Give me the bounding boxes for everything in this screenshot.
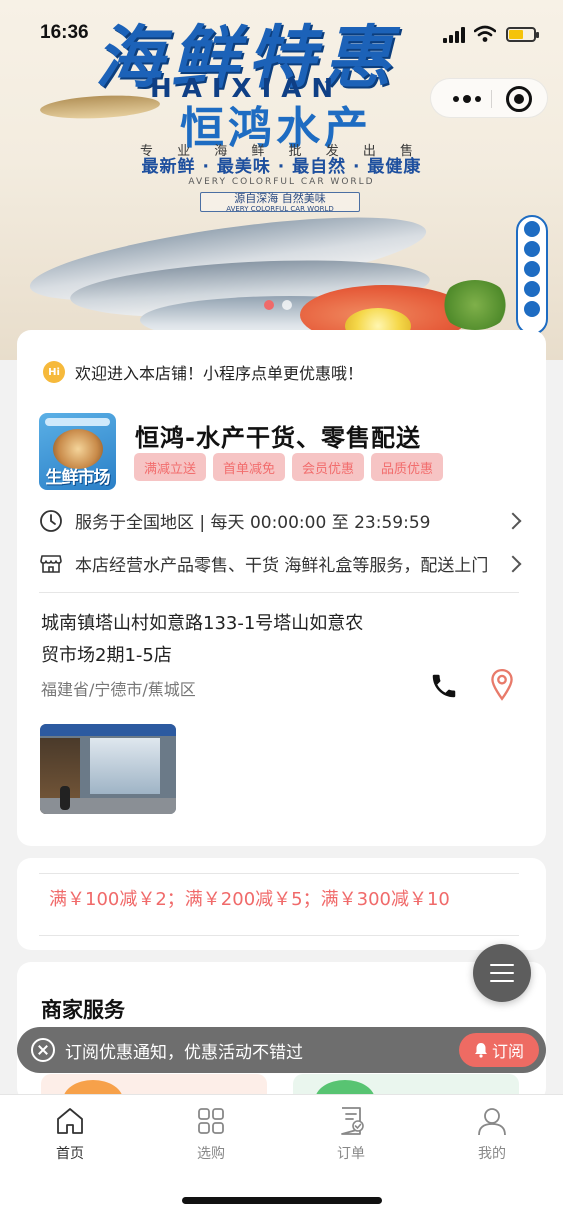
floating-menu-button[interactable] [473, 944, 531, 1002]
grid-icon [198, 1108, 224, 1134]
close-icon[interactable] [31, 1038, 55, 1062]
subscribe-button[interactable]: 订阅 [459, 1033, 539, 1067]
tab-orders[interactable]: 订单 [301, 1105, 401, 1163]
tab-profile[interactable]: 我的 [442, 1105, 542, 1163]
clock-icon [40, 509, 62, 532]
promotion-card: 满￥100减￥2；满￥200减￥5；满￥300减￥10 [17, 858, 546, 950]
tab-home[interactable]: 首页 [20, 1105, 120, 1163]
tab-shop[interactable]: 选购 [161, 1105, 261, 1163]
tab-label: 选购 [197, 1146, 225, 1162]
subscribe-notice-bar: 订阅优惠通知，优惠活动不错过 订阅 [17, 1027, 546, 1073]
status-time: 16:36 [40, 22, 89, 43]
divider [39, 592, 519, 593]
cellular-signal-icon [443, 27, 467, 43]
banner-tagline-en: AVERY COLORFUL CAR WORLD [188, 177, 375, 187]
carousel-dot[interactable] [282, 300, 292, 310]
wifi-icon [474, 25, 496, 42]
service-hours-text: 服务于全国地区 | 每天 00:00:00 至 23:59:59 [75, 513, 431, 533]
carousel-dot-active[interactable] [264, 300, 274, 310]
welcome-text: 欢迎进入本店铺！小程序点单更优惠哦！ [75, 364, 364, 383]
phone-icon[interactable] [429, 671, 459, 701]
tab-label: 订单 [337, 1146, 365, 1162]
divider [39, 873, 519, 874]
storefront-icon [40, 554, 62, 573]
order-icon [341, 1107, 364, 1135]
store-tag: 品质优惠 [371, 453, 444, 481]
location-pin-icon[interactable] [489, 668, 515, 702]
tab-label: 首页 [56, 1146, 84, 1162]
miniprogram-capsule [430, 78, 548, 118]
tab-label: 我的 [478, 1146, 506, 1162]
bell-icon [474, 1043, 487, 1058]
store-tag: 首单减免 [213, 453, 286, 481]
banner-vertical-label [516, 215, 548, 335]
home-icon [57, 1108, 83, 1134]
subscribe-message: 订阅优惠通知，优惠活动不错过 [65, 1043, 303, 1063]
merchant-services-title: 商家服务 [41, 998, 125, 1022]
store-name: 恒鸿-水产干货、零售配送 [135, 424, 421, 452]
store-logo: 生鲜市场 [39, 413, 116, 490]
home-indicator [182, 1197, 382, 1204]
promotion-text[interactable]: 满￥100减￥2；满￥200减￥5；满￥300减￥10 [49, 885, 509, 911]
business-scope-text: 本店经营水产品零售、干货 海鲜礼盒等服务，配送上门 [75, 556, 489, 576]
store-address: 城南镇塔山村如意路133-1号塔山如意农 贸市场2期1-5店 [41, 608, 441, 672]
close-miniprogram-icon[interactable] [506, 86, 532, 112]
user-icon [478, 1108, 506, 1136]
welcome-notice: Hi 欢迎进入本店铺！小程序点单更优惠哦！ [43, 360, 363, 384]
chevron-right-icon [504, 512, 522, 529]
business-scope-row[interactable]: 本店经营水产品零售、干货 海鲜礼盒等服务，配送上门 [39, 551, 522, 576]
service-hours-row[interactable]: 服务于全国地区 | 每天 00:00:00 至 23:59:59 [39, 508, 522, 533]
banner-ribbon: 源自深海 自然美味 AVERY COLORFUL CAR WORLD [200, 192, 360, 213]
store-info-card: Hi 欢迎进入本店铺！小程序点单更优惠哦！ 生鲜市场 恒鸿-水产干货、零售配送 … [17, 330, 546, 846]
divider [39, 935, 519, 936]
banner-ribbon-en: AVERY COLORFUL CAR WORLD [226, 205, 334, 213]
address-line-2: 贸市场2期1-5店 [41, 645, 172, 666]
chevron-right-icon [504, 555, 522, 572]
address-line-1: 城南镇塔山村如意路133-1号塔山如意农 [41, 613, 364, 634]
battery-icon [506, 27, 539, 42]
store-tag: 会员优惠 [292, 453, 365, 481]
store-logo-text: 生鲜市场 [45, 468, 111, 488]
carousel-indicator [264, 300, 292, 310]
store-photo[interactable] [40, 724, 176, 814]
more-options-icon[interactable] [443, 79, 491, 119]
store-tags: 满减立送 首单减免 会员优惠 品质优惠 [134, 453, 444, 481]
store-tag: 满减立送 [134, 453, 207, 481]
welcome-hi-icon: Hi [43, 361, 65, 383]
subscribe-button-label: 订阅 [491, 1042, 524, 1061]
capsule-divider [491, 90, 492, 108]
banner-tagline-main: 最新鲜 · 最美味 · 最自然 · 最健康 [141, 157, 422, 177]
store-region: 福建省/宁德市/蕉城区 [41, 680, 196, 699]
banner-herb [440, 280, 510, 330]
